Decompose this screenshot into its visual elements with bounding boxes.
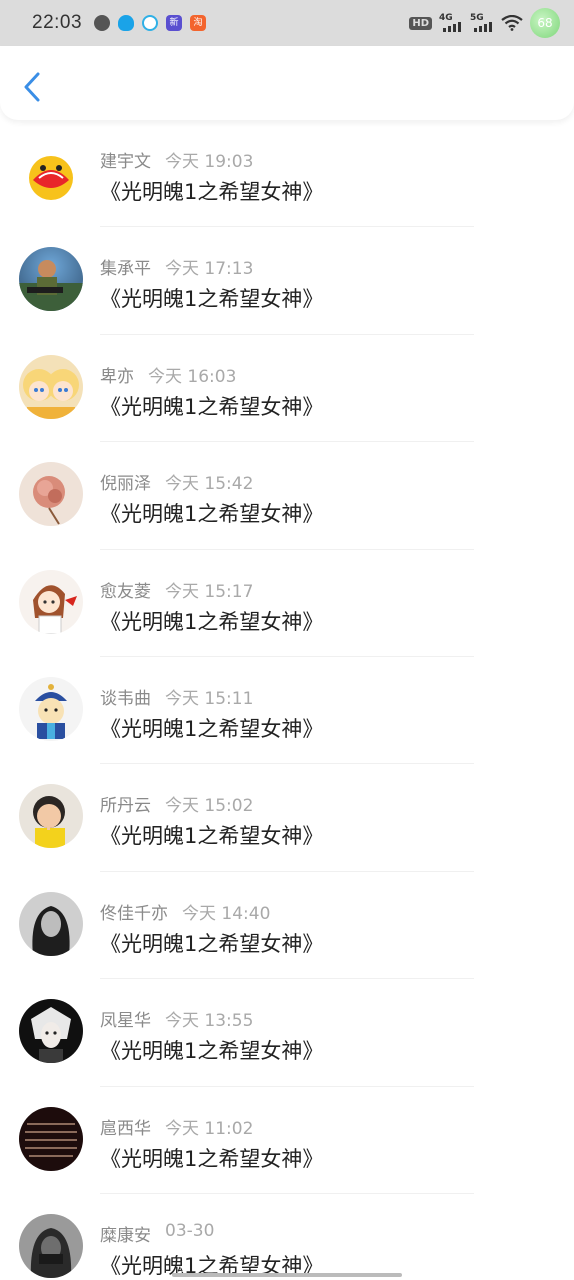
status-time: 22:03: [32, 12, 83, 33]
item-meta: 扈西华 今天 11:02: [100, 1114, 253, 1139]
user-name[interactable]: 谈韦曲: [100, 684, 151, 709]
item-meta: 集承平 今天 17:13: [100, 254, 253, 279]
user-name[interactable]: 糜康安: [100, 1221, 151, 1246]
globe-icon: [94, 15, 111, 31]
status-bar: 22:03 新 淘 HD 4G 5G 68: [0, 0, 574, 46]
item-meta: 所丹云 今天 15:02: [100, 791, 253, 816]
list-item[interactable]: 所丹云 今天 15:02 《光明魄1之希望女神》: [0, 764, 574, 872]
status-right: HD 4G 5G 68: [409, 8, 560, 38]
timestamp: 今天 13:55: [165, 1011, 254, 1032]
reader-list: 建宇文 今天 19:03 《光明魄1之希望女神》 集承平 今天 17:13 《光…: [0, 120, 574, 1280]
list-item[interactable]: 凤星华 今天 13:55 《光明魄1之希望女神》: [0, 979, 574, 1087]
news-icon: 新: [166, 15, 183, 31]
taobao-icon: 淘: [190, 15, 207, 31]
item-meta: 糜康安 03-30: [100, 1221, 214, 1246]
item-meta: 佟佳千亦 今天 14:40: [100, 899, 270, 924]
battery-indicator: 68: [530, 8, 560, 38]
list-item[interactable]: 扈西华 今天 11:02 《光明魄1之希望女神》: [0, 1087, 574, 1194]
user-name[interactable]: 卑亦: [100, 362, 134, 387]
timestamp: 03-30: [165, 1220, 215, 1241]
timestamp: 今天 16:03: [148, 366, 237, 387]
item-content: 《光明魄1之希望女神》: [100, 1039, 324, 1064]
avatar[interactable]: [19, 999, 83, 1064]
timestamp: 今天 17:13: [165, 259, 254, 280]
user-name[interactable]: 集承平: [100, 254, 151, 279]
qq-icon: [118, 15, 135, 31]
list-item[interactable]: 佟佳千亦 今天 14:40 《光明魄1之希望女神》: [0, 872, 574, 980]
avatar[interactable]: [19, 784, 83, 849]
timestamp: 今天 15:42: [165, 474, 254, 495]
list-item[interactable]: 卑亦 今天 16:03 《光明魄1之希望女神》: [0, 335, 574, 443]
timestamp: 今天 15:17: [165, 581, 254, 602]
item-meta: 凤星华 今天 13:55: [100, 1006, 253, 1031]
item-content: 《光明魄1之希望女神》: [100, 716, 324, 741]
list-item[interactable]: 糜康安 03-30 《光明魄1之希望女神》: [0, 1194, 574, 1280]
app-header: [0, 46, 574, 120]
wifi-icon: [501, 15, 523, 31]
item-content: 《光明魄1之希望女神》: [100, 1146, 324, 1171]
home-indicator[interactable]: [172, 1273, 402, 1277]
avatar[interactable]: [19, 140, 83, 204]
item-content: 《光明魄1之希望女神》: [100, 287, 324, 312]
item-content: 《光明魄1之希望女神》: [100, 824, 324, 849]
user-name[interactable]: 倪丽泽: [100, 469, 151, 494]
notification-icons: 新 淘: [94, 15, 207, 31]
timestamp: 今天 14:40: [182, 903, 271, 924]
user-name[interactable]: 扈西华: [100, 1114, 151, 1139]
item-meta: 谈韦曲 今天 15:11: [100, 684, 253, 709]
item-content: 《光明魄1之希望女神》: [100, 180, 324, 204]
chevron-left-icon: [24, 72, 40, 102]
list-item[interactable]: 愈友菱 今天 15:17 《光明魄1之希望女神》: [0, 550, 574, 657]
avatar[interactable]: [19, 569, 83, 634]
hd-icon: HD: [409, 16, 432, 30]
list-item[interactable]: 集承平 今天 17:13 《光明魄1之希望女神》: [0, 227, 574, 335]
item-content: 《光明魄1之希望女神》: [100, 931, 324, 956]
timestamp: 今天 15:02: [165, 796, 254, 817]
item-meta: 建宇文 今天 19:03: [100, 147, 253, 172]
avatar[interactable]: [19, 1213, 83, 1278]
timestamp: 今天 19:03: [165, 152, 254, 172]
back-button[interactable]: [18, 70, 46, 104]
avatar[interactable]: [19, 462, 83, 527]
user-name[interactable]: 所丹云: [100, 791, 151, 816]
list-item[interactable]: 谈韦曲 今天 15:11 《光明魄1之希望女神》: [0, 657, 574, 765]
user-name[interactable]: 愈友菱: [100, 577, 151, 602]
avatar[interactable]: [19, 354, 83, 419]
avatar[interactable]: [19, 891, 83, 956]
list-item[interactable]: 倪丽泽 今天 15:42 《光明魄1之希望女神》: [0, 442, 574, 550]
avatar[interactable]: [19, 676, 83, 741]
item-meta: 倪丽泽 今天 15:42: [100, 469, 253, 494]
avatar[interactable]: [19, 1106, 83, 1171]
timestamp: 今天 15:11: [165, 688, 254, 709]
user-name[interactable]: 凤星华: [100, 1006, 151, 1031]
item-content: 《光明魄1之希望女神》: [100, 609, 324, 634]
item-meta: 卑亦 今天 16:03: [100, 362, 236, 387]
timestamp: 今天 11:02: [165, 1118, 254, 1139]
avatar[interactable]: [19, 247, 83, 312]
user-name[interactable]: 佟佳千亦: [100, 899, 168, 924]
list-item[interactable]: 建宇文 今天 19:03 《光明魄1之希望女神》: [0, 120, 574, 228]
user-name[interactable]: 建宇文: [100, 147, 151, 172]
item-content: 《光明魄1之希望女神》: [100, 502, 324, 527]
item-meta: 愈友菱 今天 15:17: [100, 577, 253, 602]
signal-4g-icon: 4G: [439, 13, 463, 33]
signal-5g-icon: 5G: [470, 13, 494, 33]
message-icon: [142, 15, 159, 31]
item-content: 《光明魄1之希望女神》: [100, 394, 324, 419]
